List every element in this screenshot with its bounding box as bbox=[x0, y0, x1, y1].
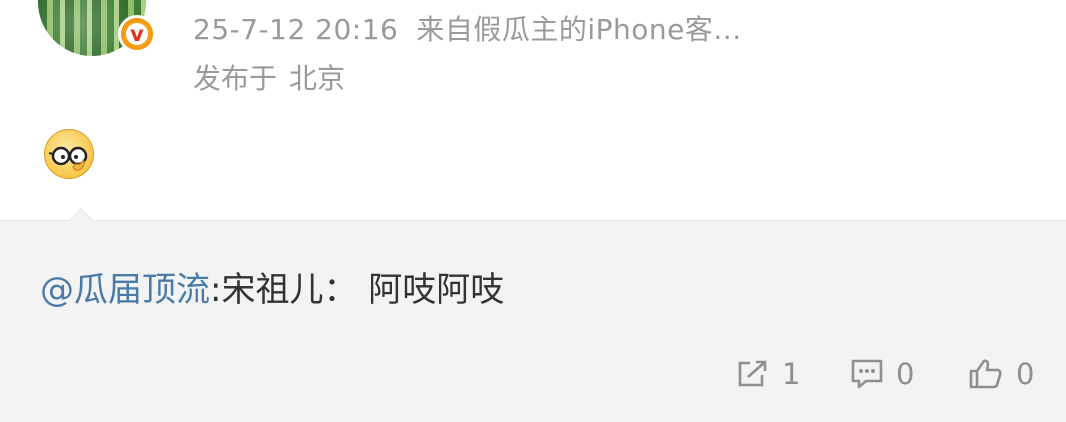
location-city: 北京 bbox=[289, 62, 346, 95]
repost-content: @瓜届顶流:宋祖儿： 阿吱阿吱 bbox=[40, 262, 504, 311]
post-source[interactable]: 来自假瓜主的iPhone客... bbox=[416, 13, 741, 46]
post-header: v 25-7-12 20:16 来自假瓜主的iPhone客... 发布于 北京 bbox=[0, 0, 1066, 220]
verified-badge-icon: v bbox=[118, 15, 156, 53]
repost-body-text: :宋祖儿： 阿吱阿吱 bbox=[210, 270, 505, 310]
glasses-face-icon bbox=[44, 129, 94, 179]
share-button[interactable]: 1 bbox=[736, 356, 800, 392]
like-button[interactable]: 0 bbox=[968, 356, 1034, 392]
share-icon bbox=[738, 360, 767, 387]
comment-icon bbox=[851, 359, 883, 389]
post-meta: 25-7-12 20:16 来自假瓜主的iPhone客... bbox=[193, 8, 742, 48]
thumbs-up-icon bbox=[969, 359, 1002, 389]
post-timestamp: 25-7-12 20:16 bbox=[193, 13, 399, 46]
location-prefix: 发布于 bbox=[193, 62, 278, 95]
share-count: 1 bbox=[782, 357, 801, 391]
comment-button[interactable]: 0 bbox=[850, 356, 914, 392]
like-count: 0 bbox=[1016, 357, 1035, 391]
repost-mention-link[interactable]: @瓜届顶流 bbox=[40, 270, 210, 310]
post-location: 发布于 北京 bbox=[193, 57, 345, 97]
comment-count: 0 bbox=[896, 357, 915, 391]
